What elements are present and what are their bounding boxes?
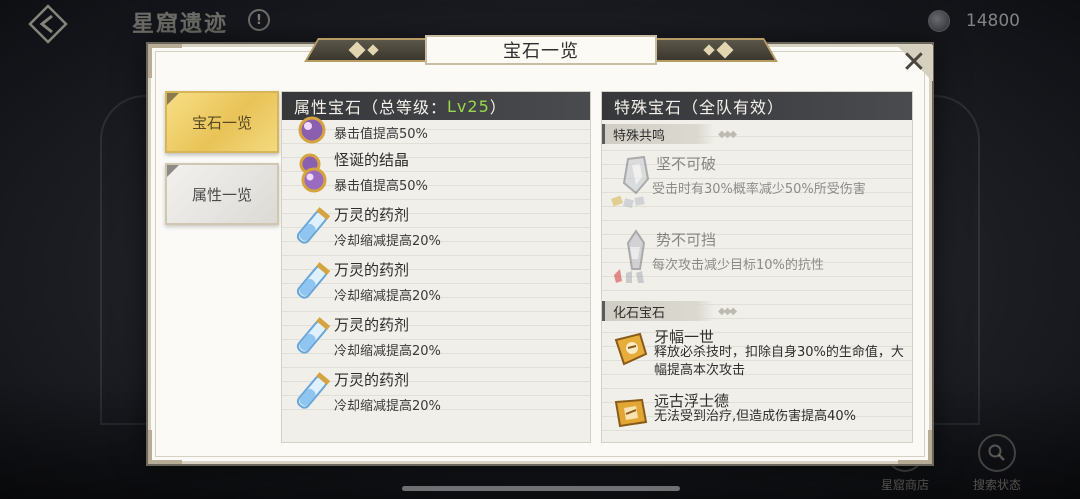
tab-notch [167, 165, 179, 177]
diamond-ornament-icon: ◆◆◆ [718, 128, 737, 140]
coin-icon [927, 10, 950, 32]
total-level: Lv25 [447, 96, 490, 116]
gem-effect: 暴击值提高50% [334, 127, 428, 142]
frame-corner [148, 44, 182, 78]
tab-label: 属性一览 [191, 185, 252, 204]
resonance-effect: 受击时有30%概率减少50%所受伤害 [652, 182, 866, 197]
currency-display: 14800 [820, 6, 1020, 36]
purple-orb-icon [299, 153, 327, 193]
gem-effect: 冷却缩减提高20% [334, 289, 441, 304]
fossil-effect: 无法受到治疗,但造成伤害提高40% [654, 409, 857, 424]
tab-attribute-overview[interactable]: 属性一览 [165, 163, 279, 225]
search-status-label: 搜索状态 [972, 478, 1021, 492]
potion-vial-icon [296, 262, 331, 299]
list-item[interactable]: 万灵的药剂 冷却缩减提高20% [282, 199, 590, 254]
gem-effect: 冷却缩减提高20% [334, 399, 441, 414]
list-item[interactable]: 怪诞的结晶 暴击值提高50% [282, 144, 590, 199]
tab-gem-overview[interactable]: 宝石一览 [165, 91, 279, 153]
list-item[interactable]: 远古浮士德 无法受到治疗,但造成伤害提高40% [602, 386, 912, 442]
resonance-name: 坚不可破 [656, 155, 717, 173]
list-item[interactable]: 坚不可破 受击时有30%概率减少50%所受伤害 [602, 145, 912, 221]
purple-orb-icon [298, 116, 326, 144]
modal-title: 宝石一览 [425, 35, 657, 65]
diamond-ornament-icon: ◆◆◆ [718, 305, 737, 317]
gem-name: 怪诞的结晶 [334, 151, 410, 169]
close-button[interactable]: ✕ [895, 45, 933, 81]
close-icon: ✕ [901, 45, 927, 80]
search-status-button[interactable]: 搜索状态 [962, 433, 1032, 493]
resonance-name: 势不可挡 [656, 231, 717, 249]
gem-name: 万灵的药剂 [334, 261, 410, 279]
list-item[interactable]: 暴击值提高50% [282, 116, 590, 144]
gem-name: 万灵的药剂 [334, 316, 410, 334]
special-gem-header: 特殊宝石（全队有效） [602, 92, 912, 120]
attribute-gem-list[interactable]: 暴击值提高50% 怪诞的结晶 暴击值提高50% 万灵的药剂 冷却缩减提高20% [282, 116, 590, 419]
potion-vial-icon [296, 372, 331, 409]
home-indicator[interactable] [402, 486, 680, 491]
list-item[interactable]: 万灵的药剂 冷却缩减提高20% [282, 254, 590, 309]
attribute-gem-panel[interactable]: 属性宝石（总等级：Lv25） 暴击值提高50% 怪诞的结晶 暴击值提高50% [281, 91, 591, 443]
tab-label: 宝石一览 [191, 113, 252, 132]
fossil-effect: 释放必杀技时，扣除自身30%的生命值，大幅提高本次攻击 [654, 345, 904, 378]
star-shop-label: 星窟商店 [880, 478, 929, 492]
special-gem-panel[interactable]: 特殊宝石（全队有效） 特殊共鸣 ◆◆◆ 坚不可破 受击时有30%概率减少50%所… [601, 91, 913, 443]
armor-shield-icon [610, 155, 650, 209]
potion-vial-icon [296, 207, 331, 244]
gem-effect: 冷却缩减提高20% [334, 344, 441, 359]
frame-corner [148, 430, 182, 464]
info-icon[interactable]: ! [248, 9, 270, 31]
list-item[interactable]: 牙幅一世 释放必杀技时，扣除自身30%的生命值，大幅提高本次攻击 [602, 322, 912, 386]
search-icon [978, 434, 1016, 472]
tab-notch [167, 93, 179, 105]
gem-effect: 暴击值提高50% [334, 179, 428, 194]
list-item[interactable]: 势不可挡 每次攻击减少目标10%的抗性 [602, 221, 912, 297]
gem-name: 万灵的药剂 [334, 206, 410, 224]
resonance-section-header: 特殊共鸣 ◆◆◆ [602, 123, 912, 145]
amber-fossil-icon [614, 398, 648, 428]
back-button[interactable] [18, 2, 78, 46]
gem-overview-modal: 宝石一览 ✕ 宝石一览 属性一览 属性宝石（总等级： Lv25） 暴击值提高50% [148, 35, 933, 464]
potion-vial-icon [296, 317, 331, 354]
gem-effect: 冷却缩减提高20% [334, 234, 441, 249]
amber-fossil-icon [614, 332, 648, 366]
list-item[interactable]: 万灵的药剂 冷却缩减提高20% [282, 309, 590, 364]
back-arrow-icon [28, 4, 68, 44]
spear-crystal-icon [614, 229, 646, 283]
gem-name: 万灵的药剂 [334, 371, 410, 389]
special-gem-list[interactable]: 特殊共鸣 ◆◆◆ 坚不可破 受击时有30%概率减少50%所受伤害 势不可挡 每次… [602, 123, 912, 442]
list-item[interactable]: 万灵的药剂 冷却缩减提高20% [282, 364, 590, 419]
stage-title: 星窟遗迹 [132, 12, 229, 37]
title-banner: 宝石一览 [304, 33, 778, 67]
currency-value: 14800 [965, 11, 1020, 31]
resonance-effect: 每次攻击减少目标10%的抗性 [652, 258, 824, 273]
fossil-section-header: 化石宝石 ◆◆◆ [602, 300, 912, 322]
